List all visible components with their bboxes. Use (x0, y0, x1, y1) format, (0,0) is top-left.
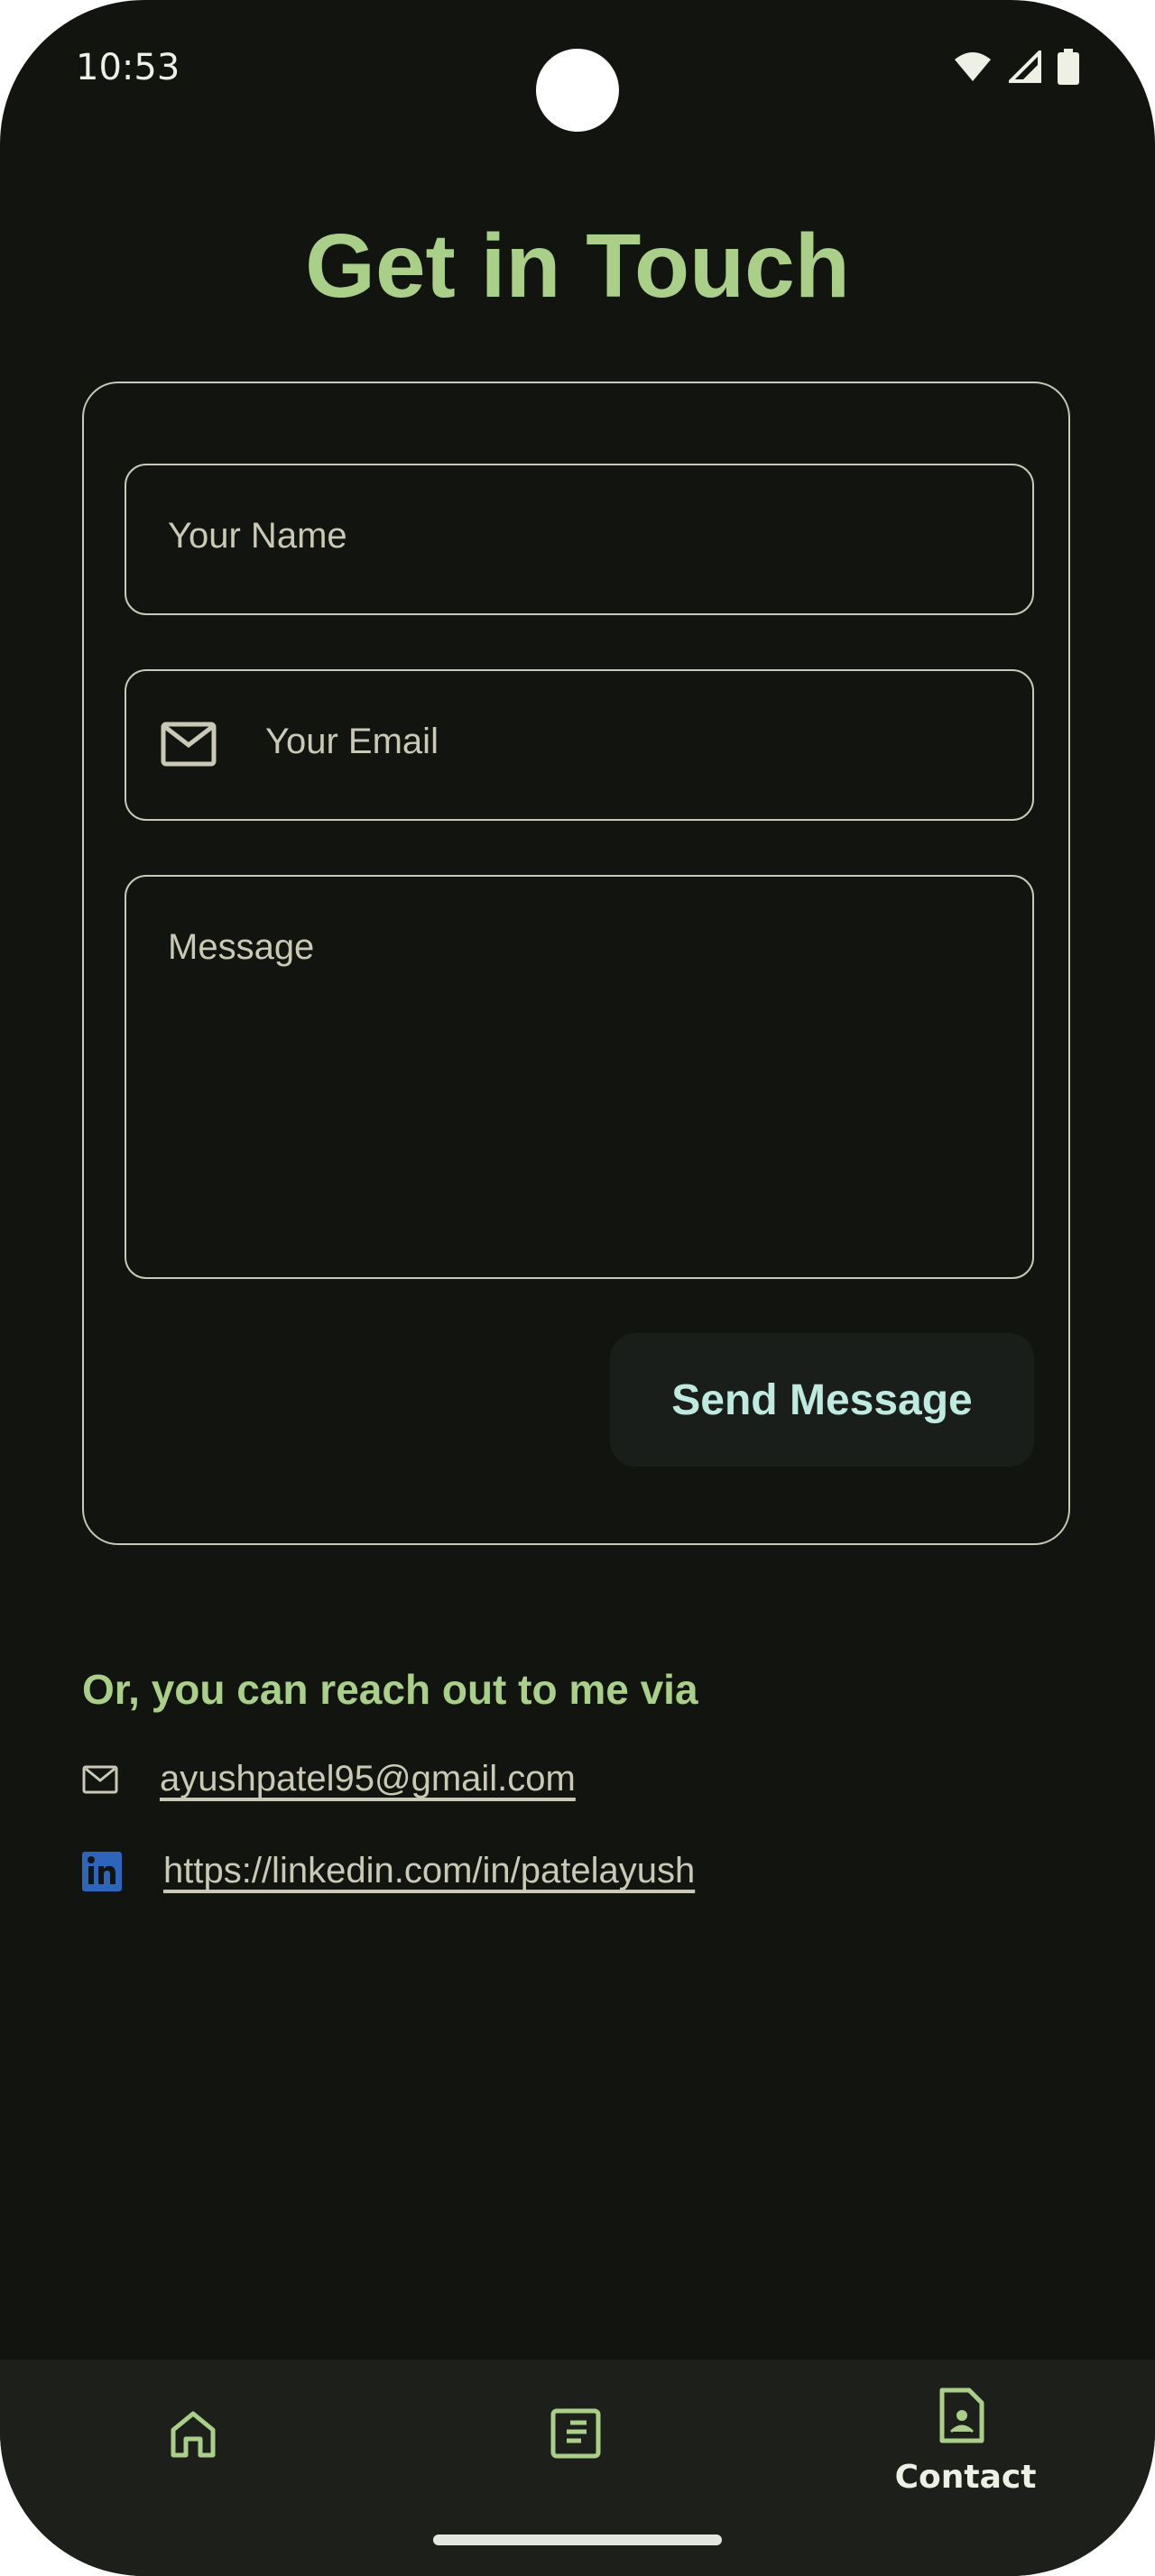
email-contact-row[interactable]: ayushpatel95@gmail.com (82, 1759, 576, 1799)
email-link[interactable]: ayushpatel95@gmail.com (160, 1759, 576, 1799)
home-icon (171, 2411, 216, 2458)
email-placeholder: Your Email (265, 722, 439, 761)
app-screen: 10:53 Get in Touch Your Name Your Email … (0, 0, 1155, 2576)
status-bar: 10:53 (0, 0, 1155, 135)
message-placeholder: Message (168, 927, 315, 967)
email-icon (161, 722, 217, 767)
battery-icon (1058, 49, 1079, 85)
linkedin-link[interactable]: https://linkedin.com/in/patelayush (163, 1851, 695, 1891)
send-message-button[interactable]: Send Message (610, 1333, 1034, 1467)
page-title: Get in Touch (305, 216, 850, 317)
signal-icon (1009, 51, 1041, 83)
name-field[interactable]: Your Name (125, 464, 1034, 615)
linkedin-contact-row[interactable]: https://linkedin.com/in/patelayush (82, 1851, 695, 1891)
message-field[interactable]: Message (125, 875, 1034, 1279)
nav-item-posts[interactable] (523, 2360, 632, 2540)
wifi-icon (955, 52, 991, 81)
name-placeholder: Your Name (168, 516, 347, 556)
status-icons (953, 49, 1079, 85)
nav-item-contact[interactable]: Contact (866, 2360, 1065, 2540)
linkedin-icon (82, 1851, 122, 1891)
reach-out-heading: Or, you can reach out to me via (82, 1666, 698, 1713)
status-time: 10:53 (76, 47, 180, 88)
email-field[interactable]: Your Email (125, 669, 1034, 821)
camera-cutout (536, 49, 619, 132)
contact-icon (939, 2387, 984, 2443)
home-indicator[interactable] (433, 2535, 722, 2545)
mail-icon (82, 1765, 118, 1793)
contact-form-card: Your Name Your Email Message Send Messag… (82, 382, 1070, 1545)
nav-item-home[interactable] (162, 2360, 271, 2540)
nav-label-contact: Contact (894, 2459, 1037, 2496)
article-icon (550, 2408, 601, 2459)
